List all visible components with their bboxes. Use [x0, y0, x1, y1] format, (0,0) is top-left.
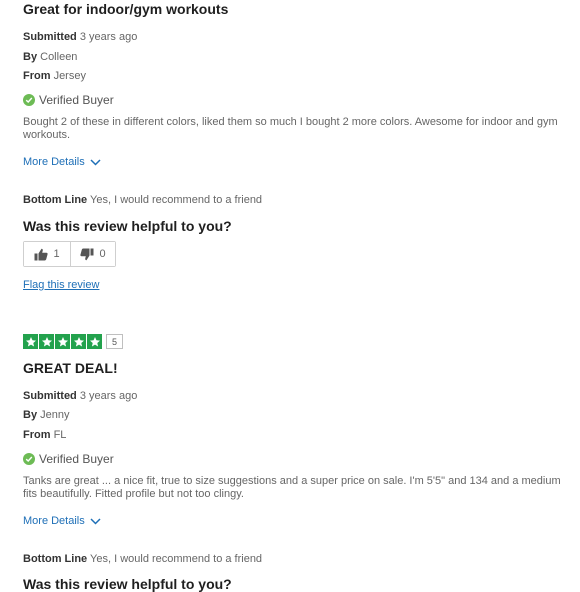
review-submitted: Submitted 3 years ago — [23, 390, 137, 402]
rating-value-badge: 5 — [106, 334, 123, 349]
review-title: GREAT DEAL! — [23, 360, 118, 376]
verified-label: Verified Buyer — [39, 452, 114, 466]
bottom-line-value: Yes, I would recommend to a friend — [90, 553, 263, 565]
review-location: From Jersey — [23, 70, 86, 82]
review-author: By Jenny — [23, 409, 69, 421]
from-label: From — [23, 70, 51, 82]
vote-unhelpful-button[interactable]: 0 — [71, 242, 115, 266]
thumbs-up-icon — [34, 248, 49, 260]
author-name: Jenny — [40, 409, 70, 421]
star-icon — [39, 334, 54, 349]
submitted-label: Submitted — [23, 31, 77, 43]
more-details-toggle[interactable]: More Details — [23, 156, 101, 168]
submitted-value: 3 years ago — [79, 31, 138, 43]
bottom-line-label: Bottom Line — [23, 553, 88, 565]
helpful-no-count: 0 — [99, 248, 106, 260]
bottom-line: Bottom Line Yes, I would recommend to a … — [23, 194, 262, 206]
chevron-down-icon — [90, 517, 101, 525]
vote-helpful-button[interactable]: 1 — [24, 242, 71, 266]
submitted-label: Submitted — [23, 390, 77, 402]
more-details-toggle[interactable]: More Details — [23, 515, 101, 527]
flag-review-link[interactable]: Flag this review — [23, 279, 99, 291]
helpful-vote-group: 1 0 — [23, 241, 116, 267]
location-value: Jersey — [53, 70, 86, 82]
submitted-value: 3 years ago — [79, 390, 138, 402]
star-icon — [87, 334, 102, 349]
review-title: Great for indoor/gym workouts — [23, 1, 229, 17]
author-name: Colleen — [40, 51, 78, 63]
bottom-line-value: Yes, I would recommend to a friend — [90, 194, 263, 206]
from-label: From — [23, 429, 51, 441]
verified-buyer-badge: Verified Buyer — [23, 452, 114, 466]
check-circle-icon — [23, 453, 35, 465]
review-location: From FL — [23, 429, 66, 441]
star-rating: 5 — [23, 334, 123, 349]
helpful-question: Was this review helpful to you? — [23, 218, 232, 234]
by-label: By — [23, 51, 38, 63]
review-submitted: Submitted 3 years ago — [23, 31, 137, 43]
star-icon — [55, 334, 70, 349]
review-author: By Colleen — [23, 51, 77, 63]
helpful-question: Was this review helpful to you? — [23, 576, 232, 592]
more-details-label: More Details — [23, 515, 85, 527]
thumbs-down-icon — [80, 248, 94, 260]
star-icon — [71, 334, 86, 349]
star-icon — [23, 334, 38, 349]
more-details-label: More Details — [23, 156, 85, 168]
bottom-line: Bottom Line Yes, I would recommend to a … — [23, 553, 262, 565]
helpful-yes-count: 1 — [53, 248, 60, 260]
verified-buyer-badge: Verified Buyer — [23, 93, 114, 107]
location-value: FL — [53, 429, 67, 441]
verified-label: Verified Buyer — [39, 93, 114, 107]
bottom-line-label: Bottom Line — [23, 194, 88, 206]
review-body: Bought 2 of these in different colors, l… — [23, 116, 558, 141]
chevron-down-icon — [90, 158, 101, 166]
review-body: Tanks are great ... a nice fit, true to … — [23, 475, 561, 500]
check-circle-icon — [23, 94, 35, 106]
by-label: By — [23, 409, 38, 421]
